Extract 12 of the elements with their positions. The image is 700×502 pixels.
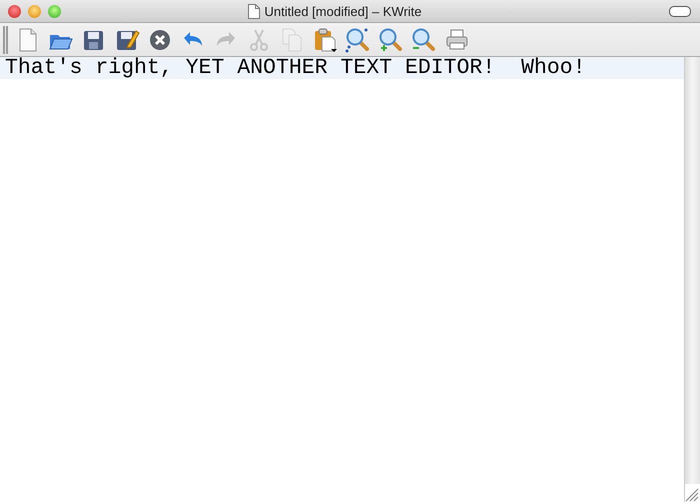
zoom-window-button[interactable] <box>48 4 61 18</box>
zoom-out-icon <box>410 26 436 52</box>
document-icon <box>248 4 260 18</box>
toolbar-handle[interactable] <box>3 26 8 54</box>
scrollbar[interactable] <box>685 57 700 484</box>
printer-icon <box>444 26 470 52</box>
close-window-button[interactable] <box>8 4 21 18</box>
search-icon <box>344 26 370 52</box>
zoom-in-icon <box>378 26 404 52</box>
minimize-window-button[interactable] <box>28 4 41 18</box>
toolbar-toggle-button[interactable] <box>669 6 691 16</box>
window-title: Untitled [modified] – KWrite <box>264 4 422 18</box>
